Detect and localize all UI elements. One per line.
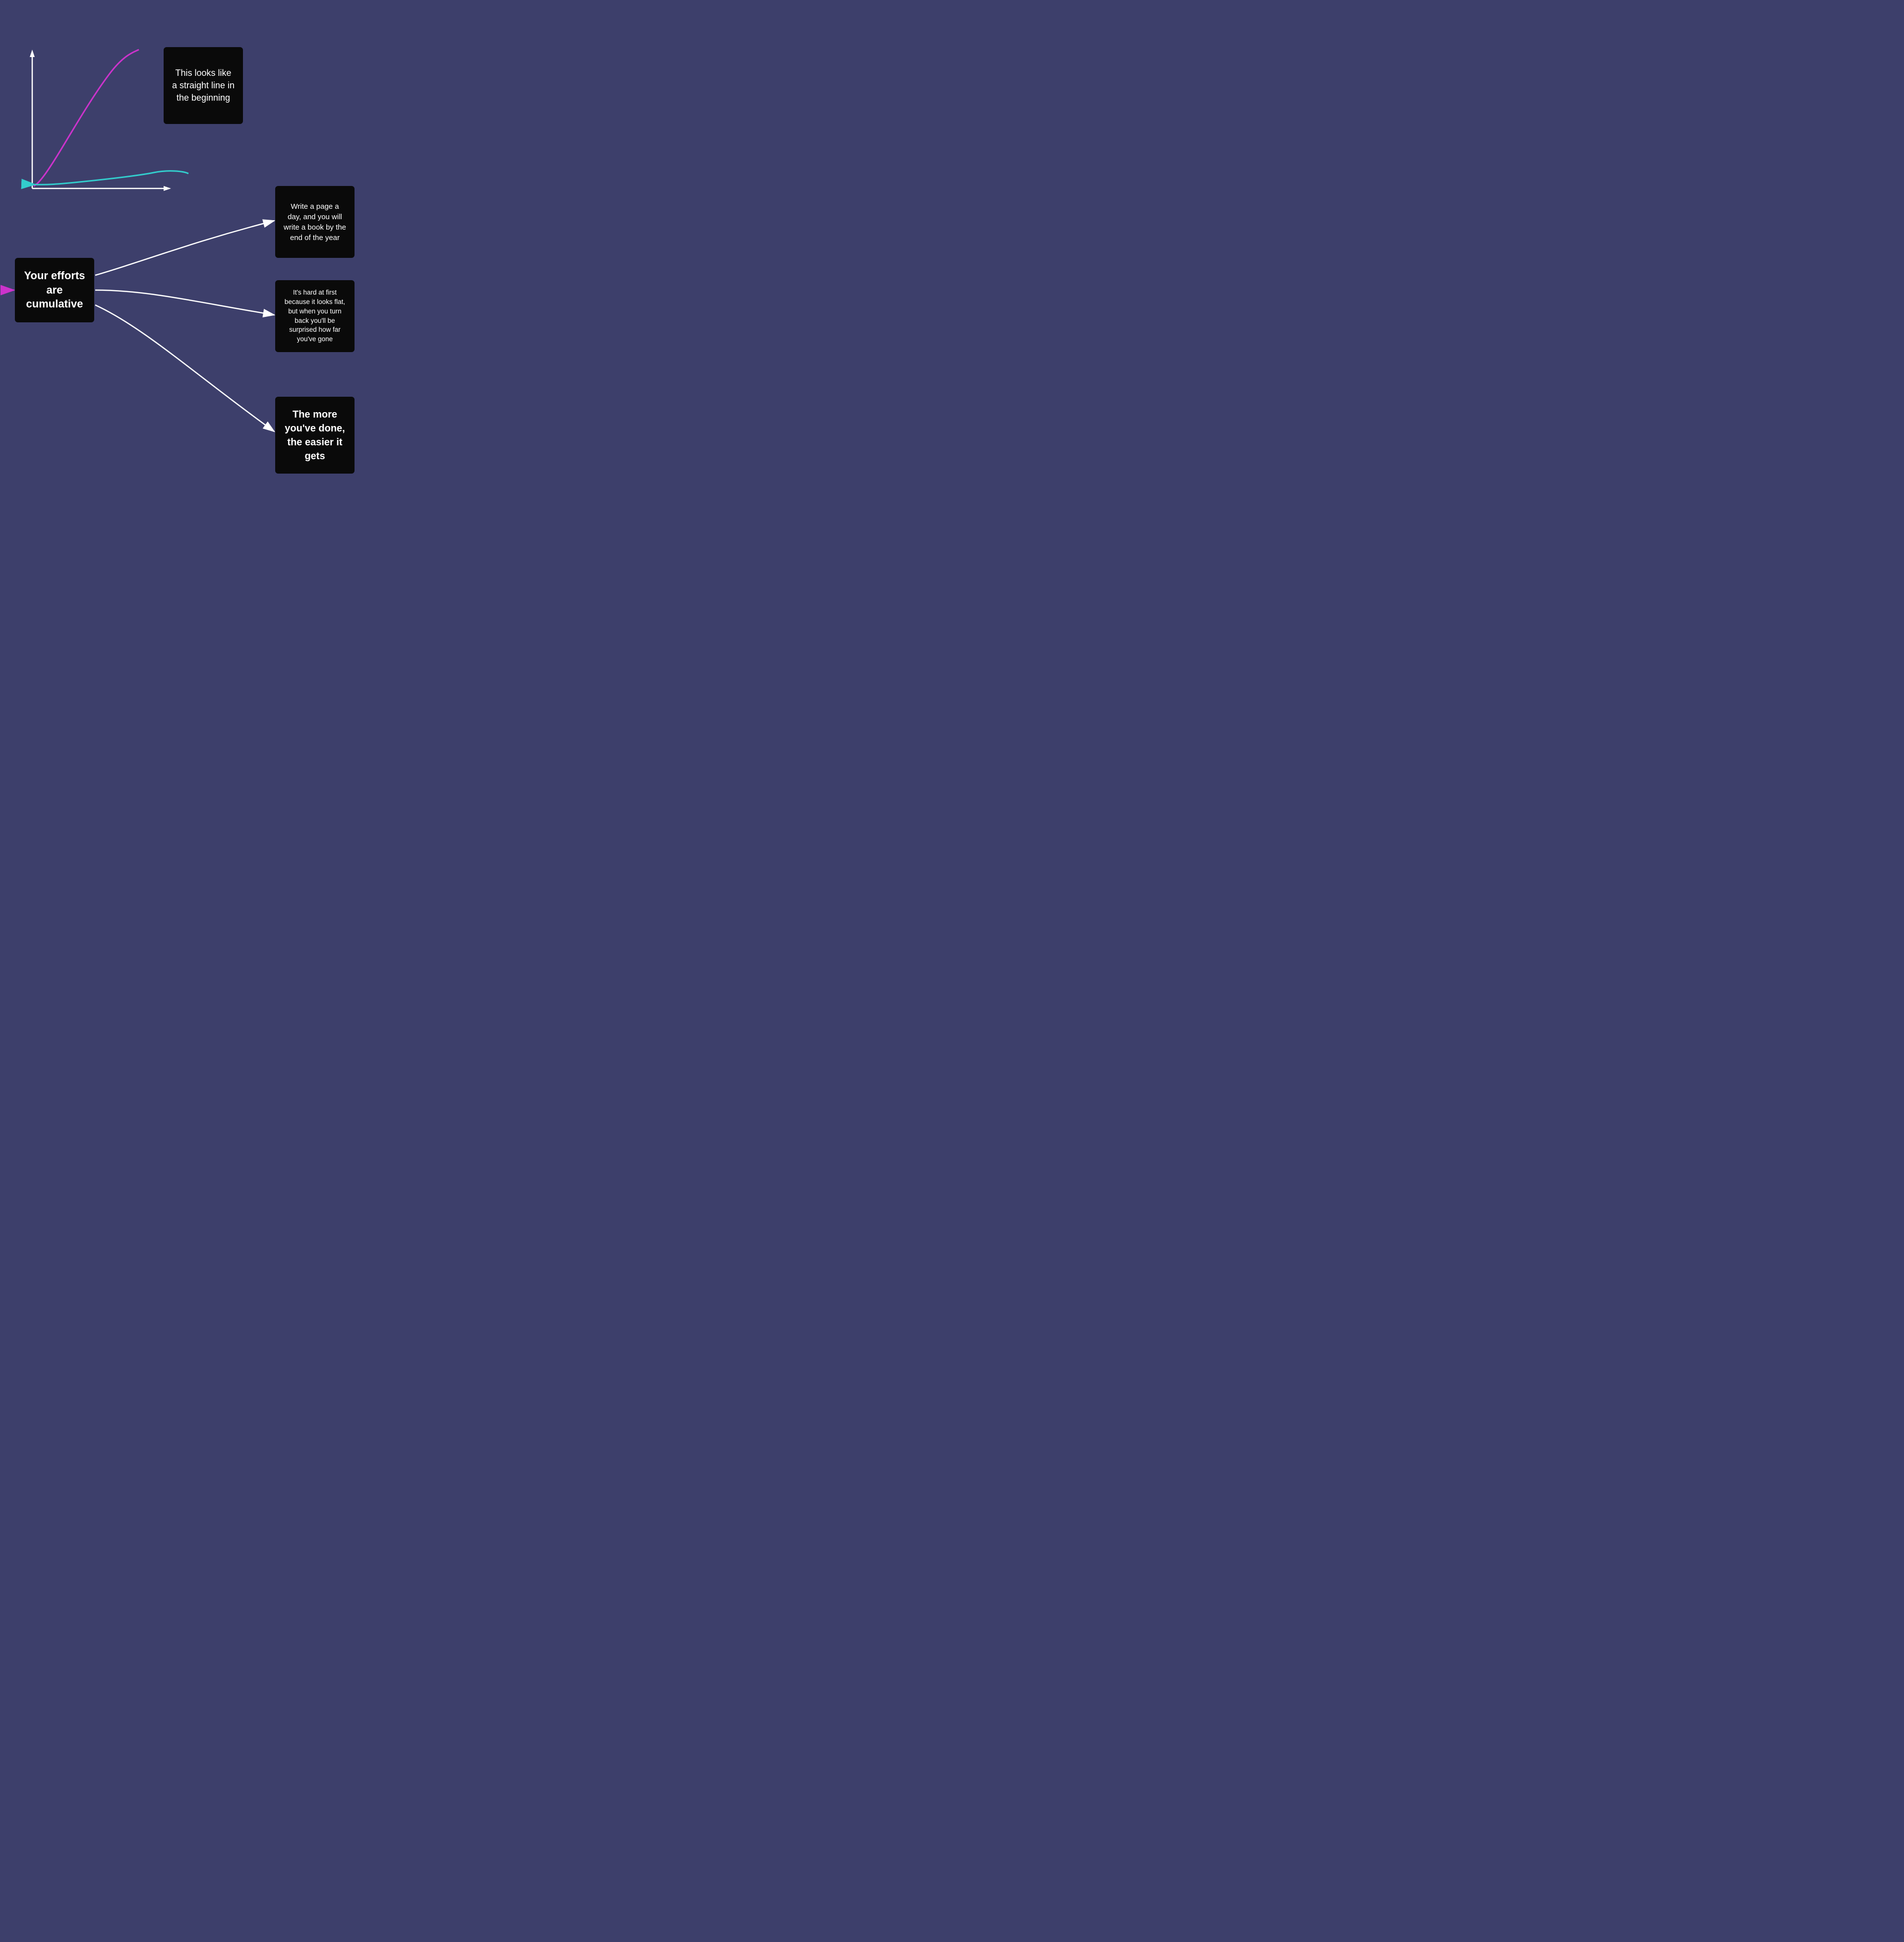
card-straight-line: This looks like a straight line in the b… — [164, 47, 243, 124]
card-more-done: The more you've done, the easier it gets — [275, 397, 355, 474]
card-write-page-text: Write a page a day, and you will write a… — [283, 201, 347, 243]
card-hard-first: It's hard at first because it looks flat… — [275, 280, 355, 352]
card-efforts: Your efforts are cumulative — [15, 258, 94, 322]
card-efforts-text: Your efforts are cumulative — [23, 269, 86, 311]
card-straight-line-text: This looks like a straight line in the b… — [172, 67, 235, 105]
card-hard-first-text: It's hard at first because it looks flat… — [283, 288, 347, 344]
card-write-page: Write a page a day, and you will write a… — [275, 186, 355, 258]
card-more-done-text: The more you've done, the easier it gets — [283, 408, 347, 463]
